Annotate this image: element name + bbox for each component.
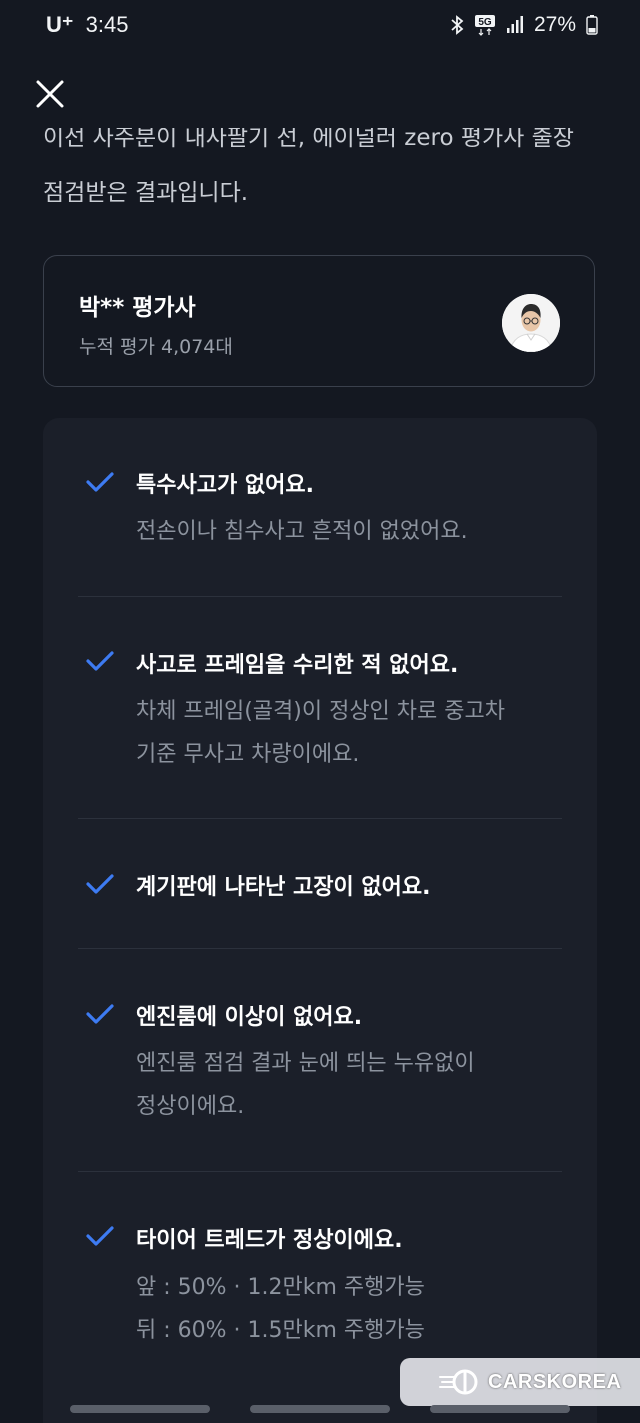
status-left: U⁺ 3:45 <box>46 12 128 38</box>
avatar <box>502 294 560 352</box>
nav-handle <box>430 1405 570 1413</box>
nav-handle <box>250 1405 390 1413</box>
check-title: 특수사고가 없어요. <box>136 473 314 498</box>
bluetooth-icon <box>450 15 464 35</box>
nav-handle <box>70 1405 210 1413</box>
carrier-label: U⁺ <box>46 12 74 37</box>
carskorea-logo-icon <box>439 1369 478 1395</box>
inspector-name: 박** 평가사 <box>79 295 196 321</box>
check-desc-line: 전손이나 침수사고 흔적이 없었어요. <box>136 519 468 544</box>
intro-line: 점검받은 결과입니다. <box>43 180 249 206</box>
battery-percent: 27% <box>533 13 576 36</box>
inspector-eval-count: 누적 평가 4,074대 <box>79 336 233 358</box>
check-desc-line: 정상이에요. <box>136 1094 245 1119</box>
close-icon <box>36 80 64 108</box>
divider <box>78 818 562 819</box>
check-icon <box>86 1226 114 1246</box>
intro-text: 이선 사주분이 내사팔기 선, 에이널러 zero 평가사 출장 점검받은 결과… <box>43 128 603 212</box>
status-right: 5G 27% <box>450 13 598 37</box>
check-desc-line: 차체 프레임(골격)이 정상인 차로 중고차 <box>136 699 505 724</box>
close-button[interactable] <box>30 74 70 114</box>
check-icon <box>86 1004 114 1024</box>
check-title: 계기판에 나타난 고장이 없어요. <box>136 875 431 900</box>
check-title: 사고로 프레임을 수리한 적 없어요. <box>136 653 459 678</box>
watermark-text: CARSKOREA <box>488 1370 622 1393</box>
signal-icon <box>506 16 524 34</box>
intro-line-partial: 이선 사주분이 내사팔기 선, 에이널러 zero 평가사 출장 <box>43 128 574 151</box>
divider <box>78 948 562 949</box>
check-desc-line: 앞 : 50% · 1.2만km 주행가능 <box>136 1275 425 1300</box>
check-desc-line: 기준 무사고 차량이에요. <box>136 742 360 767</box>
inspector-card: 박** 평가사 누적 평가 4,074대 <box>43 255 595 387</box>
check-results-panel: 특수사고가 없어요. 전손이나 침수사고 흔적이 없었어요. 사고로 프레임을 … <box>43 418 597 1423</box>
check-desc-line: 엔진룸 점검 결과 눈에 띄는 누유없이 <box>136 1051 475 1076</box>
network-icon: 5G <box>474 14 496 36</box>
network-label: 5G <box>478 17 492 28</box>
status-bar: U⁺ 3:45 5G 27% <box>0 0 640 52</box>
clock: 3:45 <box>85 12 129 37</box>
check-icon <box>86 472 114 492</box>
check-icon <box>86 651 114 671</box>
divider <box>78 1171 562 1172</box>
check-desc-line: 뒤 : 60% · 1.5만km 주행가능 <box>136 1318 425 1343</box>
divider <box>78 596 562 597</box>
check-title: 엔진룸에 이상이 없어요. <box>136 1005 363 1030</box>
check-title: 타이어 트레드가 정상이에요. <box>136 1228 403 1253</box>
carskorea-watermark: CARSKOREA <box>400 1358 640 1406</box>
battery-icon <box>586 15 598 35</box>
check-icon <box>86 874 114 894</box>
